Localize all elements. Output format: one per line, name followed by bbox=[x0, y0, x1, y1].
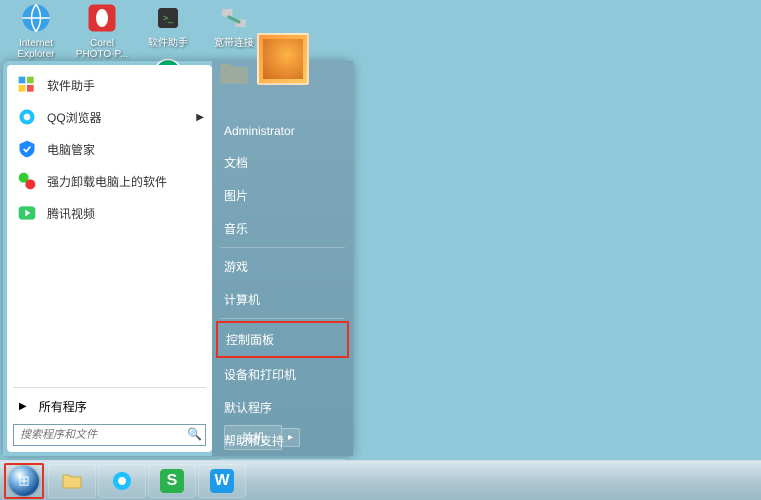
link-devices[interactable]: 设备和打印机 bbox=[212, 358, 353, 391]
link-documents[interactable]: 文档 bbox=[212, 146, 353, 179]
taskbar-item-explorer[interactable] bbox=[48, 464, 96, 498]
pinned-item-pcmanager[interactable]: 电脑管家 bbox=[9, 133, 210, 165]
link-defaults[interactable]: 默认程序 bbox=[212, 391, 353, 424]
pinned-programs-list: 软件助手 QQ浏览器 ▶ 电脑管家 强力卸载电脑上的软件 腾讯视频 bbox=[7, 65, 212, 383]
ie-icon bbox=[18, 0, 54, 36]
taskbar-item-wps[interactable]: W bbox=[198, 464, 246, 498]
browser-icon bbox=[110, 469, 134, 493]
user-picture[interactable] bbox=[257, 33, 309, 85]
assistant-icon: >_ bbox=[150, 0, 186, 36]
separator bbox=[220, 318, 345, 319]
pinned-item-label: 强力卸载电脑上的软件 bbox=[47, 173, 167, 190]
start-menu-left-pane: 软件助手 QQ浏览器 ▶ 电脑管家 强力卸载电脑上的软件 腾讯视频 ▶ bbox=[7, 65, 212, 452]
desktop-icon-assistant[interactable]: >_ 软件助手 bbox=[138, 0, 198, 49]
video-icon bbox=[15, 201, 39, 225]
pinned-item-label: 电脑管家 bbox=[47, 141, 95, 158]
pinned-item-qqbrowser[interactable]: QQ浏览器 ▶ bbox=[9, 101, 210, 133]
link-pictures[interactable]: 图片 bbox=[212, 179, 353, 212]
separator bbox=[13, 387, 206, 388]
pinned-item-assistant[interactable]: 软件助手 bbox=[9, 69, 210, 101]
pinned-item-label: 软件助手 bbox=[47, 77, 95, 94]
pinned-item-label: 腾讯视频 bbox=[47, 205, 95, 222]
shutdown-button[interactable]: 关机 bbox=[224, 425, 282, 450]
link-games[interactable]: 游戏 bbox=[212, 250, 353, 283]
user-name[interactable]: Administrator bbox=[212, 116, 353, 146]
desktop-icon-ie[interactable]: Internet Explorer bbox=[6, 0, 66, 60]
search-input[interactable] bbox=[13, 424, 206, 446]
search-icon[interactable]: 🔍 bbox=[187, 427, 202, 441]
pcmanager-icon bbox=[15, 137, 39, 161]
broadband-icon bbox=[216, 0, 252, 36]
explorer-icon bbox=[60, 469, 84, 493]
link-control-panel[interactable]: 控制面板 bbox=[218, 323, 347, 356]
highlight-control-panel: 控制面板 bbox=[216, 321, 349, 358]
link-computer[interactable]: 计算机 bbox=[212, 283, 353, 316]
shutdown-options-arrow[interactable]: ▸ bbox=[282, 428, 300, 447]
taskbar-item-browser[interactable] bbox=[98, 464, 146, 498]
corel-icon bbox=[84, 0, 120, 36]
desktop-icon-label: Corel PHOTO-P... bbox=[72, 38, 132, 60]
pinned-item-video[interactable]: 腾讯视频 bbox=[9, 197, 210, 229]
desktop-icon-broadband[interactable]: 宽带连接 bbox=[204, 0, 264, 49]
separator bbox=[220, 247, 345, 248]
pinned-item-label: QQ浏览器 bbox=[47, 109, 102, 126]
wps-icon: W bbox=[210, 469, 234, 493]
desktop-icon-label: 宽带连接 bbox=[204, 38, 264, 49]
link-music[interactable]: 音乐 bbox=[212, 212, 353, 245]
uninstall-icon bbox=[15, 169, 39, 193]
start-button[interactable] bbox=[9, 466, 39, 496]
desktop-icon-corel[interactable]: Corel PHOTO-P... bbox=[72, 0, 132, 60]
shutdown-group: 关机 ▸ bbox=[224, 425, 300, 450]
assistant-icon bbox=[15, 73, 39, 97]
search-box: 🔍 bbox=[13, 424, 206, 446]
start-button-highlight bbox=[4, 463, 44, 499]
desktop-icon-label: 软件助手 bbox=[138, 38, 198, 49]
all-programs[interactable]: ▶ 所有程序 bbox=[7, 392, 212, 420]
all-programs-arrow-icon: ▶ bbox=[19, 401, 27, 412]
taskbar-item-green[interactable]: S bbox=[148, 464, 196, 498]
green-app-icon: S bbox=[160, 469, 184, 493]
all-programs-label: 所有程序 bbox=[39, 398, 87, 415]
desktop-icon-label: Internet Explorer bbox=[6, 38, 66, 60]
pinned-item-uninstall[interactable]: 强力卸载电脑上的软件 bbox=[9, 165, 210, 197]
start-menu: 软件助手 QQ浏览器 ▶ 电脑管家 强力卸载电脑上的软件 腾讯视频 ▶ bbox=[3, 61, 353, 456]
taskbar: S W bbox=[0, 460, 761, 500]
start-menu-right-pane: Administrator 文档 图片 音乐 游戏 计算机 控制面板 设备和打印… bbox=[212, 61, 353, 456]
submenu-arrow-icon: ▶ bbox=[196, 112, 204, 123]
qqbrowser-icon bbox=[15, 105, 39, 129]
